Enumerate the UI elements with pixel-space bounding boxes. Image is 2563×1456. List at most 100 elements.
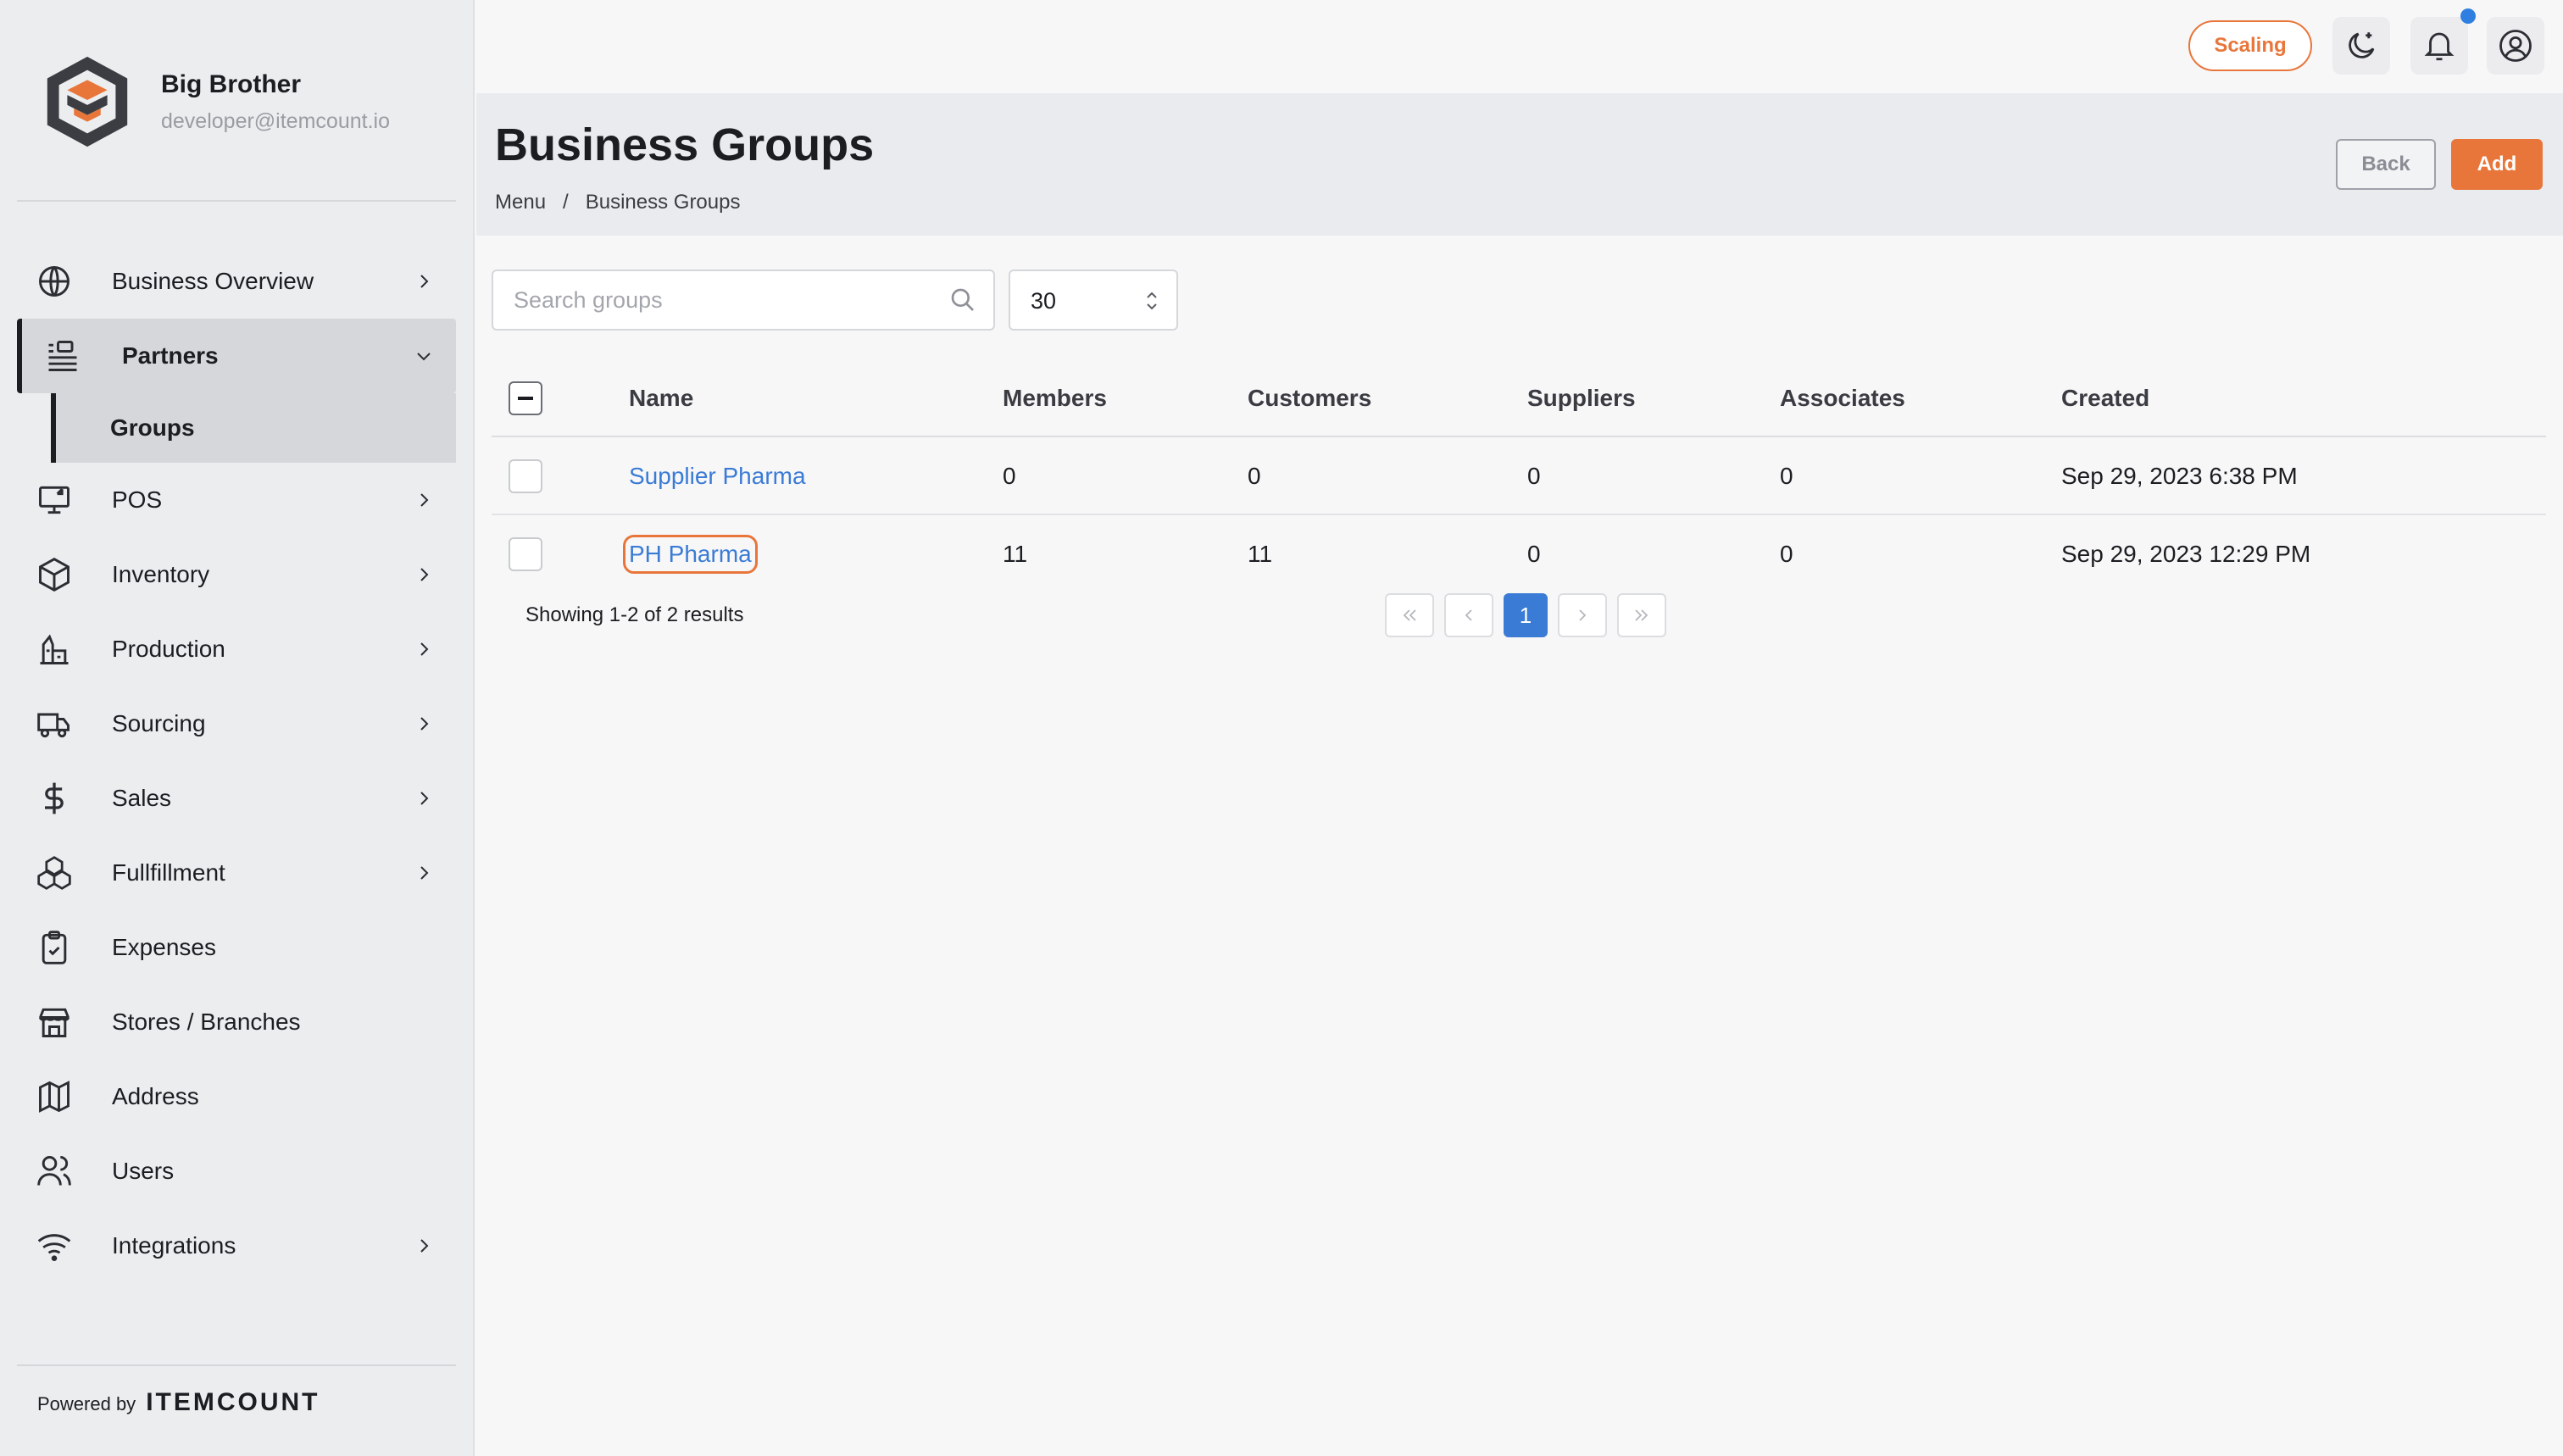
next-page-button[interactable] <box>1558 593 1607 637</box>
monitor-icon <box>36 481 73 519</box>
group-name-cell: Supplier Pharma <box>629 437 806 515</box>
row-checkbox[interactable] <box>509 459 542 493</box>
search-input[interactable] <box>514 271 937 329</box>
page-size-select[interactable]: 30 <box>1009 270 1178 331</box>
sidebar-item-integrations[interactable]: Integrations <box>17 1209 456 1283</box>
sidebar-item-label: POS <box>112 486 163 513</box>
sidebar: Big Brother developer@itemcount.io Busin… <box>0 0 475 1456</box>
factory-icon <box>36 631 73 668</box>
groups-table: Name Members Customers Suppliers Associa… <box>492 359 2546 593</box>
sidebar-item-stores-branches[interactable]: Stores / Branches <box>17 985 456 1059</box>
sidebar-item-label: Users <box>112 1158 175 1184</box>
breadcrumb-separator: / <box>563 191 569 214</box>
first-page-button[interactable] <box>1385 593 1434 637</box>
select-all-checkbox[interactable] <box>509 381 542 415</box>
sidebar-subitem-label: Groups <box>110 414 195 441</box>
associates-cell: 0 <box>1780 541 1793 567</box>
dollar-icon <box>36 780 73 817</box>
page-title: Business Groups <box>495 119 875 170</box>
sidebar-item-partners[interactable]: Partners <box>17 319 456 393</box>
search-icon <box>951 288 974 311</box>
column-header-created[interactable]: Created <box>2061 359 2149 437</box>
truck-icon <box>36 705 73 742</box>
sidebar-item-inventory[interactable]: Inventory <box>17 537 456 612</box>
sidebar-item-label: Inventory <box>112 561 210 587</box>
sidebar-item-label: Expenses <box>112 934 216 960</box>
store-icon <box>36 1003 73 1041</box>
powered-by-text: Powered by <box>37 1393 136 1414</box>
clipboard-check-icon <box>36 929 73 966</box>
members-cell: 0 <box>1003 463 1016 489</box>
prev-page-button[interactable] <box>1444 593 1493 637</box>
group-name-cell: PH Pharma <box>623 515 758 593</box>
map-icon <box>36 1078 73 1115</box>
members-cell: 11 <box>1003 541 1028 567</box>
last-page-button[interactable] <box>1617 593 1666 637</box>
table-row: PH Pharma 11 11 0 0 Sep 29, 2023 12:29 P… <box>492 515 2546 593</box>
breadcrumb-current: Business Groups <box>585 191 741 214</box>
sidebar-item-production[interactable]: Production <box>17 612 456 686</box>
sidebar-item-users[interactable]: Users <box>17 1134 456 1209</box>
notification-dot <box>2460 8 2476 24</box>
chevron-left-icon <box>1465 609 1472 621</box>
breadcrumb: Menu / Business Groups <box>495 191 740 214</box>
powered-by: Powered by ITEMCOUNT <box>37 1388 320 1417</box>
column-header-suppliers[interactable]: Suppliers <box>1527 359 1636 437</box>
chevrons-right-icon <box>1635 609 1648 621</box>
sidebar-item-expenses[interactable]: Expenses <box>17 910 456 985</box>
chevron-right-icon <box>420 1239 429 1253</box>
sidebar-divider <box>17 200 456 202</box>
table-header: Name Members Customers Suppliers Associa… <box>492 359 2546 437</box>
user-menu-button[interactable] <box>2487 17 2544 75</box>
column-header-customers[interactable]: Customers <box>1248 359 1371 437</box>
sidebar-nav: Business Overview Partners Groups POS In… <box>17 244 456 1283</box>
chevron-down-icon <box>417 353 431 361</box>
brand: Big Brother developer@itemcount.io <box>37 51 390 153</box>
chevron-right-icon <box>1579 609 1587 621</box>
sidebar-item-fullfillment[interactable]: Fullfillment <box>17 836 456 910</box>
powered-by-brand: ITEMCOUNT <box>146 1388 320 1416</box>
user-circle-icon <box>2499 30 2532 62</box>
group-name-link[interactable]: Supplier Pharma <box>629 463 806 490</box>
wifi-icon <box>36 1227 73 1264</box>
results-summary: Showing 1-2 of 2 results <box>525 603 744 626</box>
chevrons-left-icon <box>1403 609 1416 621</box>
created-cell: Sep 29, 2023 6:38 PM <box>2061 463 2298 489</box>
row-checkbox[interactable] <box>509 537 542 571</box>
sidebar-item-label: Production <box>112 636 225 662</box>
sidebar-item-address[interactable]: Address <box>17 1059 456 1134</box>
sidebar-item-label: Sourcing <box>112 710 206 736</box>
plan-badge[interactable]: Scaling <box>2188 20 2312 71</box>
boxes-icon <box>36 854 73 892</box>
sidebar-item-business-overview[interactable]: Business Overview <box>17 244 456 319</box>
chevron-up-down-icon <box>1147 292 1157 310</box>
moon-icon <box>2349 32 2375 58</box>
notifications-button[interactable] <box>2410 17 2468 75</box>
sidebar-item-sourcing[interactable]: Sourcing <box>17 686 456 761</box>
add-button[interactable]: Add <box>2451 139 2543 190</box>
sidebar-item-pos[interactable]: POS <box>17 463 456 537</box>
itemcount-logo-icon <box>47 56 128 147</box>
column-header-members[interactable]: Members <box>1003 359 1107 437</box>
suppliers-cell: 0 <box>1527 541 1541 567</box>
back-button[interactable]: Back <box>2336 139 2436 190</box>
sidebar-item-label: Integrations <box>112 1232 236 1259</box>
sidebar-subitem-groups[interactable]: Groups <box>51 393 456 463</box>
sidebar-item-sales[interactable]: Sales <box>17 761 456 836</box>
chevron-right-icon <box>420 568 429 581</box>
brand-name: Big Brother <box>161 69 301 98</box>
sidebar-item-label: Fullfillment <box>112 859 225 886</box>
breadcrumb-menu[interactable]: Menu <box>495 191 546 214</box>
users-icon <box>36 1153 73 1190</box>
chevron-right-icon <box>420 642 429 656</box>
created-cell: Sep 29, 2023 12:29 PM <box>2061 541 2311 567</box>
page-button-current[interactable]: 1 <box>1504 593 1548 637</box>
column-header-associates[interactable]: Associates <box>1780 359 1905 437</box>
group-name-link[interactable]: PH Pharma <box>623 535 758 574</box>
column-header-name[interactable]: Name <box>629 359 693 437</box>
chevron-right-icon <box>420 275 429 288</box>
pagination: 1 <box>1385 593 1666 637</box>
theme-toggle-button[interactable] <box>2332 17 2390 75</box>
brand-email: developer@itemcount.io <box>161 108 390 133</box>
page-size-value: 30 <box>1031 288 1057 314</box>
